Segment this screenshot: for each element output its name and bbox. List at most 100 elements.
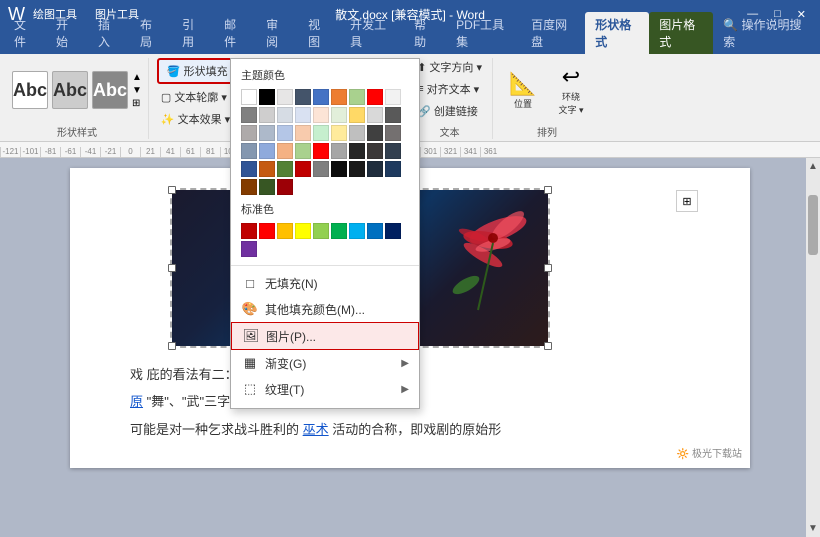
- layout-options-icon[interactable]: ⊞: [676, 190, 698, 212]
- standard-color-cell[interactable]: [385, 223, 401, 239]
- theme-color-cell[interactable]: [277, 161, 293, 177]
- position-button[interactable]: 📐 位置: [501, 69, 545, 112]
- tab-shape-format[interactable]: 形状格式: [585, 12, 649, 54]
- standard-color-cell[interactable]: [349, 223, 365, 239]
- theme-color-cell[interactable]: [295, 107, 311, 123]
- tab-picture-format[interactable]: 图片格式: [649, 12, 713, 54]
- theme-color-cell[interactable]: [259, 161, 275, 177]
- link-yuan[interactable]: 原: [130, 394, 143, 409]
- theme-color-cell[interactable]: [295, 143, 311, 159]
- handle-bot-left[interactable]: [168, 342, 176, 350]
- style-scroll-up-icon[interactable]: ▲: [132, 72, 142, 83]
- standard-color-cell[interactable]: [331, 223, 347, 239]
- shape-style-1[interactable]: Abc: [12, 71, 48, 109]
- standard-color-cell[interactable]: [241, 223, 257, 239]
- tab-references[interactable]: 引用: [172, 12, 214, 54]
- tab-home[interactable]: 开始: [46, 12, 88, 54]
- gradient-item[interactable]: ▦ 渐变(G) ▶: [231, 350, 419, 376]
- standard-color-cell[interactable]: [367, 223, 383, 239]
- tab-layout[interactable]: 布局: [130, 12, 172, 54]
- more-fill-colors-item[interactable]: 🎨 其他填充颜色(M)...: [231, 296, 419, 322]
- theme-color-cell[interactable]: [349, 89, 365, 105]
- theme-color-cell[interactable]: [259, 143, 275, 159]
- theme-color-cell[interactable]: [313, 143, 329, 159]
- theme-color-cell[interactable]: [349, 125, 365, 141]
- tab-insert[interactable]: 插入: [88, 12, 130, 54]
- theme-color-cell[interactable]: [259, 89, 275, 105]
- theme-color-cell[interactable]: [313, 161, 329, 177]
- shape-effect-button[interactable]: ✨ 文本效果 ▾: [157, 110, 234, 128]
- theme-color-cell[interactable]: [349, 107, 365, 123]
- theme-color-cell[interactable]: [277, 125, 293, 141]
- theme-color-cell[interactable]: [277, 179, 293, 195]
- theme-color-cell[interactable]: [367, 143, 383, 159]
- theme-color-cell[interactable]: [241, 179, 257, 195]
- theme-color-cell[interactable]: [277, 107, 293, 123]
- tab-baidu-pan[interactable]: 百度网盘: [521, 12, 585, 54]
- standard-color-cell[interactable]: [259, 223, 275, 239]
- theme-color-cell[interactable]: [331, 107, 347, 123]
- theme-color-cell[interactable]: [367, 161, 383, 177]
- theme-color-cell[interactable]: [331, 143, 347, 159]
- handle-mid-right[interactable]: [544, 264, 552, 272]
- theme-color-cell[interactable]: [259, 107, 275, 123]
- style-scroll-down-icon[interactable]: ▼: [132, 85, 142, 96]
- wrap-text-button[interactable]: ↩ 环绕文字 ▾: [549, 62, 593, 118]
- theme-color-cell[interactable]: [295, 125, 311, 141]
- standard-color-cell[interactable]: [277, 223, 293, 239]
- tab-search[interactable]: 🔍 操作说明搜索: [713, 12, 816, 54]
- standard-color-cell[interactable]: [295, 223, 311, 239]
- theme-color-cell[interactable]: [277, 143, 293, 159]
- tab-review[interactable]: 审阅: [256, 12, 298, 54]
- theme-color-cell[interactable]: [241, 107, 257, 123]
- theme-color-cell[interactable]: [313, 89, 329, 105]
- theme-color-cell[interactable]: [349, 161, 365, 177]
- scroll-down-button[interactable]: ▼: [808, 520, 818, 537]
- theme-color-cell[interactable]: [385, 161, 401, 177]
- theme-color-cell[interactable]: [313, 107, 329, 123]
- handle-mid-left[interactable]: [168, 264, 176, 272]
- style-more-icon[interactable]: ⊞: [132, 98, 142, 109]
- text-direction-button[interactable]: ⬆ 文字方向 ▾: [413, 58, 486, 76]
- theme-color-cell[interactable]: [331, 161, 347, 177]
- theme-color-cell[interactable]: [385, 89, 401, 105]
- no-fill-item[interactable]: □ 无填充(N): [231, 270, 419, 296]
- theme-color-cell[interactable]: [385, 125, 401, 141]
- shape-style-3[interactable]: Abc: [92, 71, 128, 109]
- theme-color-cell[interactable]: [385, 143, 401, 159]
- theme-color-cell[interactable]: [241, 125, 257, 141]
- theme-color-cell[interactable]: [259, 179, 275, 195]
- theme-color-cell[interactable]: [331, 89, 347, 105]
- handle-bot-right[interactable]: [544, 342, 552, 350]
- tab-file[interactable]: 文件: [4, 12, 46, 54]
- picture-fill-item[interactable]: 🖼 图片(P)...: [231, 322, 419, 350]
- theme-color-cell[interactable]: [277, 89, 293, 105]
- theme-color-cell[interactable]: [349, 143, 365, 159]
- theme-color-cell[interactable]: [367, 89, 383, 105]
- texture-item[interactable]: ⬚ 纹理(T) ▶: [231, 376, 419, 402]
- standard-color-cell[interactable]: [241, 241, 257, 257]
- tab-view[interactable]: 视图: [298, 12, 340, 54]
- theme-color-cell[interactable]: [331, 125, 347, 141]
- theme-color-cell[interactable]: [295, 161, 311, 177]
- scroll-up-button[interactable]: ▲: [808, 158, 818, 175]
- theme-color-cell[interactable]: [367, 107, 383, 123]
- scrollbar[interactable]: ▲ ▼: [806, 158, 820, 537]
- link-wushu[interactable]: 巫术: [303, 422, 329, 437]
- theme-color-cell[interactable]: [241, 161, 257, 177]
- theme-color-cell[interactable]: [259, 125, 275, 141]
- create-link-button[interactable]: 🔗 创建链接: [413, 102, 482, 120]
- theme-color-cell[interactable]: [241, 143, 257, 159]
- theme-color-cell[interactable]: [367, 125, 383, 141]
- theme-color-cell[interactable]: [313, 125, 329, 141]
- handle-top-left[interactable]: [168, 186, 176, 194]
- tab-mailings[interactable]: 邮件: [214, 12, 256, 54]
- align-text-button[interactable]: ≡ 对齐文本 ▾: [413, 80, 483, 98]
- shape-style-2[interactable]: Abc: [52, 71, 88, 109]
- theme-color-cell[interactable]: [385, 107, 401, 123]
- standard-color-cell[interactable]: [313, 223, 329, 239]
- theme-color-cell[interactable]: [241, 89, 257, 105]
- shape-outline-button[interactable]: ▢ 文本轮廓 ▾: [157, 88, 231, 106]
- scroll-thumb[interactable]: [808, 195, 818, 255]
- handle-top-right[interactable]: [544, 186, 552, 194]
